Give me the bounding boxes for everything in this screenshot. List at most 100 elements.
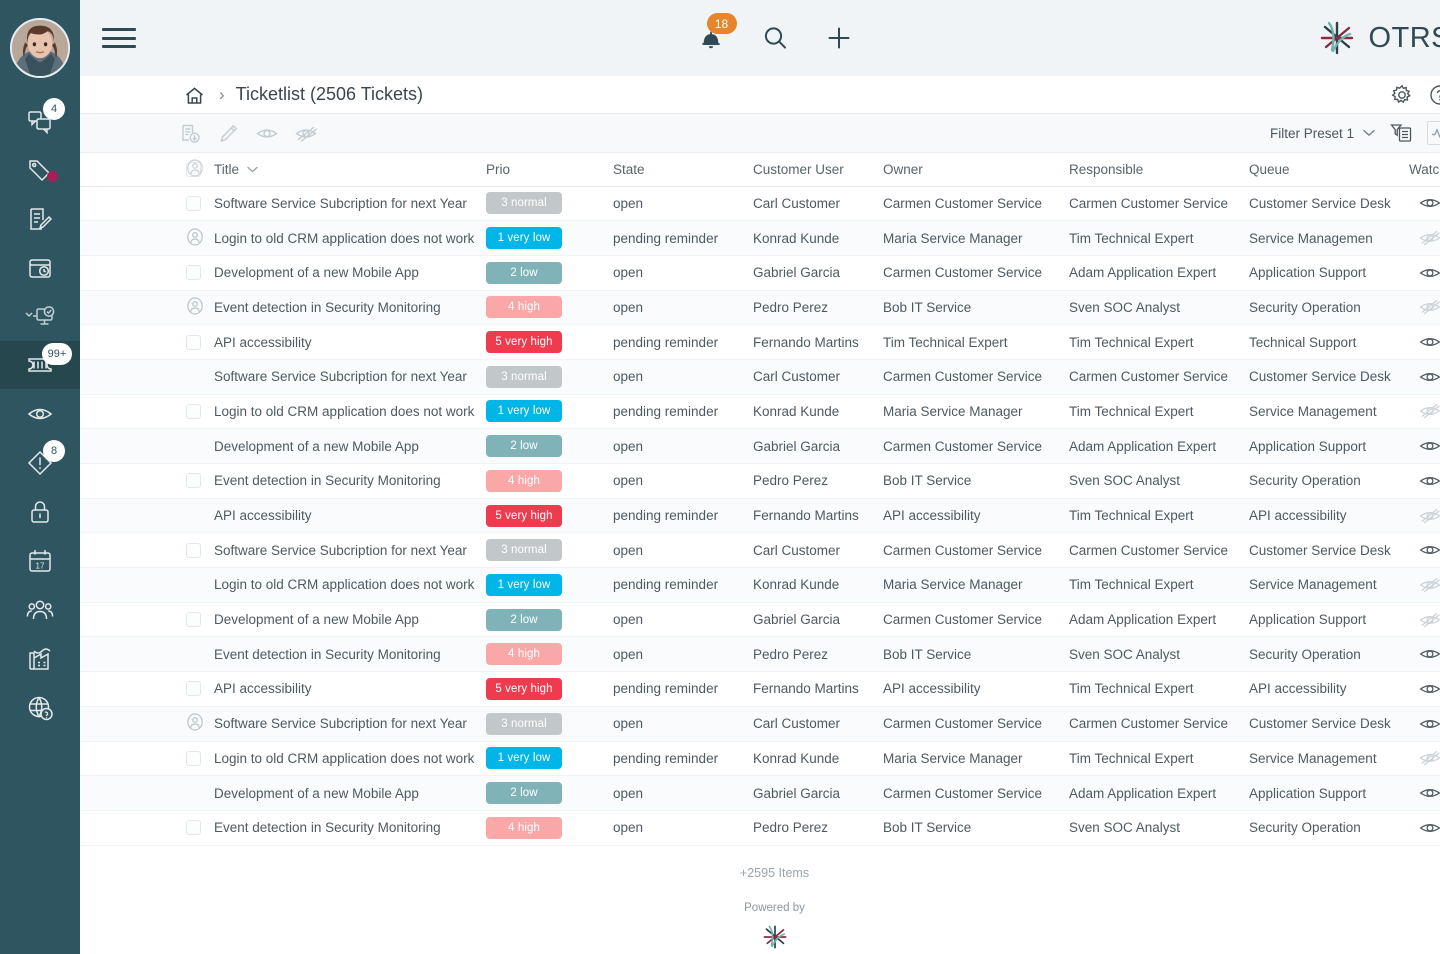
cell-watch[interactable] xyxy=(1409,464,1440,499)
column-header-state[interactable]: State xyxy=(613,153,753,186)
cell-title[interactable]: API accessibility xyxy=(214,498,486,533)
eye-slash-icon[interactable] xyxy=(1419,750,1440,766)
sidebar-item-monitoring[interactable] xyxy=(0,292,80,341)
hamburger-menu-icon[interactable] xyxy=(102,25,136,51)
table-row[interactable]: Software Service Subcription for next Ye… xyxy=(80,359,1440,394)
table-row[interactable]: Software Service Subcription for next Ye… xyxy=(80,706,1440,741)
eye-slash-icon[interactable] xyxy=(1419,230,1440,246)
table-row[interactable]: Login to old CRM application does not wo… xyxy=(80,221,1440,256)
table-row[interactable]: Software Service Subcription for next Ye… xyxy=(80,186,1440,221)
cell-title[interactable]: Software Service Subcription for next Ye… xyxy=(214,706,486,741)
help-button[interactable] xyxy=(1429,84,1440,106)
column-header-prio[interactable]: Prio xyxy=(486,153,613,186)
cell-watch[interactable] xyxy=(1409,533,1440,568)
cell-watch[interactable] xyxy=(1409,672,1440,707)
cell-title[interactable]: API accessibility xyxy=(214,325,486,360)
sidebar-item-notes[interactable] xyxy=(0,194,80,243)
sidebar-item-customers[interactable] xyxy=(0,585,80,634)
cell-title[interactable]: Development of a new Mobile App xyxy=(214,429,486,464)
table-row[interactable]: Development of a new Mobile App2 lowopen… xyxy=(80,602,1440,637)
notifications-button[interactable]: 18 xyxy=(697,23,725,53)
cell-watch[interactable] xyxy=(1409,359,1440,394)
column-header-owner[interactable]: Owner xyxy=(883,153,1069,186)
cell-watch[interactable] xyxy=(1409,637,1440,672)
cell-title[interactable]: Login to old CRM application does not wo… xyxy=(214,394,486,429)
home-icon[interactable] xyxy=(184,86,205,111)
cell-watch[interactable] xyxy=(1409,290,1440,325)
cell-title[interactable]: Development of a new Mobile App xyxy=(214,776,486,811)
eye-icon[interactable] xyxy=(1419,473,1440,489)
table-row[interactable]: Login to old CRM application does not wo… xyxy=(80,568,1440,603)
column-header-customer[interactable]: Customer User xyxy=(753,153,883,186)
eye-slash-icon[interactable] xyxy=(1419,612,1440,628)
column-header-title[interactable]: Title xyxy=(214,153,486,186)
sidebar-item-companies[interactable] xyxy=(0,634,80,683)
cell-watch[interactable] xyxy=(1409,186,1440,221)
table-row[interactable]: Login to old CRM application does not wo… xyxy=(80,394,1440,429)
add-new-button[interactable] xyxy=(825,24,853,52)
table-row[interactable]: Login to old CRM application does not wo… xyxy=(80,741,1440,776)
cell-title[interactable]: Software Service Subcription for next Ye… xyxy=(214,359,486,394)
settings-button[interactable] xyxy=(1391,84,1413,106)
eye-slash-icon[interactable] xyxy=(1419,403,1440,419)
eye-icon[interactable] xyxy=(1419,681,1440,697)
table-row[interactable]: Event detection in Security Monitoring4 … xyxy=(80,290,1440,325)
cell-title[interactable]: Login to old CRM application does not wo… xyxy=(214,741,486,776)
table-row[interactable]: Event detection in Security Monitoring4 … xyxy=(80,810,1440,845)
cell-watch[interactable] xyxy=(1409,429,1440,464)
eye-icon[interactable] xyxy=(1419,542,1440,558)
column-header-queue[interactable]: Queue xyxy=(1249,153,1409,186)
sidebar-item-communications[interactable]: 4 xyxy=(0,96,80,145)
table-row[interactable]: Development of a new Mobile App2 lowopen… xyxy=(80,429,1440,464)
table-row[interactable]: Development of a new Mobile App2 lowopen… xyxy=(80,776,1440,811)
cell-watch[interactable] xyxy=(1409,810,1440,845)
export-document-button[interactable] xyxy=(180,123,201,144)
unwatch-button[interactable] xyxy=(295,123,317,144)
cell-title[interactable]: API accessibility xyxy=(214,672,486,707)
eye-slash-icon[interactable] xyxy=(1419,577,1440,593)
eye-slash-icon[interactable] xyxy=(1419,508,1440,524)
sidebar-item-calendar[interactable]: 17 xyxy=(0,536,80,585)
table-row[interactable]: API accessibility5 very highpending remi… xyxy=(80,498,1440,533)
cell-watch[interactable] xyxy=(1409,325,1440,360)
eye-icon[interactable] xyxy=(1419,716,1440,732)
cell-watch[interactable] xyxy=(1409,498,1440,533)
table-row[interactable]: Software Service Subcription for next Ye… xyxy=(80,533,1440,568)
sidebar-item-escalations[interactable]: 8 xyxy=(0,438,80,487)
table-row[interactable]: Event detection in Security Monitoring4 … xyxy=(80,464,1440,499)
search-button[interactable] xyxy=(761,24,789,52)
table-row[interactable]: API accessibility5 very highpending remi… xyxy=(80,672,1440,707)
eye-icon[interactable] xyxy=(1419,785,1440,801)
eye-icon[interactable] xyxy=(1419,438,1440,454)
cell-watch[interactable] xyxy=(1409,776,1440,811)
cell-title[interactable]: Development of a new Mobile App xyxy=(214,602,486,637)
table-row[interactable]: Development of a new Mobile App2 lowopen… xyxy=(80,255,1440,290)
sidebar-item-knowledge[interactable] xyxy=(0,683,80,732)
column-header-watch[interactable]: Watch xyxy=(1409,153,1440,186)
cell-title[interactable]: Event detection in Security Monitoring xyxy=(214,290,486,325)
filter-preset-dropdown[interactable]: Filter Preset 1 xyxy=(1270,126,1375,141)
edit-button[interactable] xyxy=(218,123,239,144)
sidebar-item-watched[interactable] xyxy=(0,389,80,438)
eye-icon[interactable] xyxy=(1419,369,1440,385)
cell-watch[interactable] xyxy=(1409,568,1440,603)
cell-title[interactable]: Event detection in Security Monitoring xyxy=(214,810,486,845)
cell-watch[interactable] xyxy=(1409,741,1440,776)
eye-icon[interactable] xyxy=(1419,334,1440,350)
eye-icon[interactable] xyxy=(1419,646,1440,662)
sidebar-item-locked[interactable] xyxy=(0,487,80,536)
cell-title[interactable]: Event detection in Security Monitoring xyxy=(214,637,486,672)
eye-icon[interactable] xyxy=(1419,195,1440,211)
cell-title[interactable]: Event detection in Security Monitoring xyxy=(214,464,486,499)
cell-title[interactable]: Software Service Subcription for next Ye… xyxy=(214,533,486,568)
filter-list-button[interactable] xyxy=(1389,121,1413,145)
eye-icon[interactable] xyxy=(1419,820,1440,836)
cell-watch[interactable] xyxy=(1409,221,1440,256)
eye-icon[interactable] xyxy=(1419,265,1440,281)
cell-title[interactable]: Login to old CRM application does not wo… xyxy=(214,568,486,603)
statistics-button[interactable] xyxy=(1427,121,1440,145)
sidebar-item-tags[interactable] xyxy=(0,145,80,194)
avatar[interactable] xyxy=(10,18,70,78)
column-header-responsible[interactable]: Responsible xyxy=(1069,153,1249,186)
cell-watch[interactable] xyxy=(1409,394,1440,429)
